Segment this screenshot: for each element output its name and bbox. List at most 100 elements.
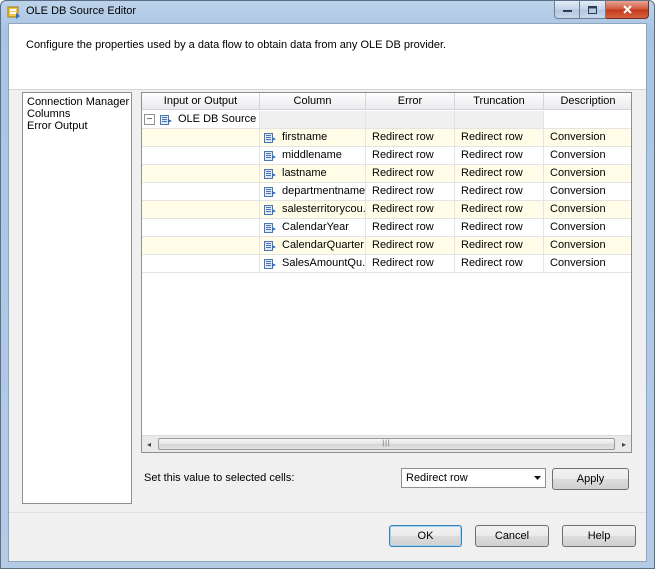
input-or-output-cell[interactable] (142, 147, 260, 165)
ok-button[interactable]: OK (389, 525, 462, 547)
column-icon (264, 168, 276, 179)
column-cell[interactable]: SalesAmountQu... (260, 255, 366, 273)
table-row[interactable]: CalendarQuarter Redirect row Redirect row C… (142, 237, 631, 255)
horizontal-scrollbar[interactable]: ◂ ||| ▸ (142, 435, 631, 452)
error-cell[interactable]: Redirect row (366, 165, 455, 183)
description-cell[interactable]: Conversion (544, 165, 631, 183)
column-icon (264, 150, 276, 161)
grid-header-row: Input or Output Column Error Truncation … (142, 93, 631, 110)
input-or-output-cell[interactable] (142, 129, 260, 147)
column-cell[interactable]: firstname (260, 129, 366, 147)
error-output-grid: Input or Output Column Error Truncation … (141, 92, 632, 453)
column-icon (264, 222, 276, 233)
nav-item-columns[interactable]: Columns (23, 107, 131, 120)
header-column[interactable]: Column (260, 93, 366, 110)
column-name: lastname (282, 167, 327, 179)
group-cell: − OLE DB Source ... (142, 111, 260, 129)
header-description: Configure the properties used by a data … (26, 39, 447, 51)
cancel-button[interactable]: Cancel (475, 525, 549, 547)
description-cell[interactable]: Conversion (544, 255, 631, 273)
table-row[interactable]: middlename Redirect row Redirect row Conver… (142, 147, 631, 165)
truncation-cell[interactable]: Redirect row (455, 183, 544, 201)
description-cell[interactable]: Conversion (544, 129, 631, 147)
header-error[interactable]: Error (366, 93, 455, 110)
help-button[interactable]: Help (562, 525, 636, 547)
header-truncation[interactable]: Truncation (455, 93, 544, 110)
column-icon (264, 258, 276, 269)
dialog-client-area: Configure the properties used by a data … (8, 23, 647, 562)
column-icon (264, 204, 276, 215)
maximize-icon (588, 5, 597, 14)
error-cell[interactable]: Redirect row (366, 201, 455, 219)
input-or-output-cell[interactable] (142, 165, 260, 183)
input-or-output-cell[interactable] (142, 201, 260, 219)
scrollbar-track[interactable]: ||| (156, 436, 617, 453)
column-icon (264, 186, 276, 197)
footer-separator (9, 512, 646, 513)
input-or-output-cell[interactable] (142, 219, 260, 237)
table-row[interactable]: CalendarYear Redirect row Redirect row Conv… (142, 219, 631, 237)
scroll-right-arrow-icon[interactable]: ▸ (617, 436, 631, 453)
column-cell[interactable]: CalendarYear (260, 219, 366, 237)
minimize-button[interactable] (554, 1, 580, 19)
column-name: salesterritorycou... (282, 203, 366, 215)
column-name: CalendarQuarter (282, 239, 364, 251)
table-row[interactable]: departmentname Redirect row Redirect row Co… (142, 183, 631, 201)
error-cell[interactable]: Redirect row (366, 147, 455, 165)
title-bar[interactable]: OLE DB Source Editor (1, 1, 654, 23)
column-name: departmentname (282, 185, 366, 197)
nav-item-error-output[interactable]: Error Output (23, 119, 131, 132)
column-cell[interactable]: middlename (260, 147, 366, 165)
error-cell[interactable]: Redirect row (366, 129, 455, 147)
set-value-dropdown-text: Redirect row (406, 472, 468, 484)
header-panel: Configure the properties used by a data … (9, 24, 646, 90)
set-value-dropdown[interactable]: Redirect row (401, 468, 546, 488)
description-cell[interactable]: Conversion (544, 201, 631, 219)
close-button[interactable] (606, 1, 649, 19)
column-cell[interactable]: departmentname (260, 183, 366, 201)
description-cell[interactable]: Conversion (544, 219, 631, 237)
column-cell[interactable]: salesterritorycou... (260, 201, 366, 219)
truncation-cell[interactable]: Redirect row (455, 255, 544, 273)
truncation-cell[interactable]: Redirect row (455, 129, 544, 147)
input-or-output-cell[interactable] (142, 237, 260, 255)
truncation-cell[interactable]: Redirect row (455, 165, 544, 183)
description-cell[interactable]: Conversion (544, 183, 631, 201)
truncation-cell[interactable]: Redirect row (455, 237, 544, 255)
error-cell[interactable]: Redirect row (366, 255, 455, 273)
output-icon (160, 114, 172, 125)
error-cell[interactable]: Redirect row (366, 219, 455, 237)
header-input-or-output[interactable]: Input or Output (142, 93, 260, 110)
column-icon (264, 132, 276, 143)
column-cell[interactable]: CalendarQuarter (260, 237, 366, 255)
scrollbar-grip: ||| (382, 440, 391, 447)
truncation-cell[interactable]: Redirect row (455, 201, 544, 219)
truncation-cell[interactable]: Redirect row (455, 147, 544, 165)
group-row[interactable]: − OLE DB Source ... (142, 111, 631, 129)
description-cell[interactable]: Conversion (544, 237, 631, 255)
column-name: middlename (282, 149, 342, 161)
scrollbar-thumb[interactable]: ||| (158, 437, 615, 450)
truncation-cell[interactable]: Redirect row (455, 219, 544, 237)
error-cell[interactable]: Redirect row (366, 237, 455, 255)
window-title: OLE DB Source Editor (26, 5, 137, 17)
column-cell[interactable]: lastname (260, 165, 366, 183)
data-source-icon (7, 6, 20, 19)
collapse-icon[interactable]: − (144, 114, 155, 125)
apply-button[interactable]: Apply (552, 468, 629, 490)
error-cell[interactable]: Redirect row (366, 183, 455, 201)
input-or-output-cell[interactable] (142, 183, 260, 201)
table-row[interactable]: firstname Redirect row Redirect row Convers… (142, 129, 631, 147)
grid-body: − OLE DB Source ... firstname Redirect ro… (142, 111, 631, 273)
table-row[interactable]: SalesAmountQu... Redirect row Redirect row… (142, 255, 631, 273)
scroll-left-arrow-icon[interactable]: ◂ (142, 436, 156, 453)
nav-item-connection-manager[interactable]: Connection Manager (23, 95, 131, 108)
table-row[interactable]: salesterritorycou... Redirect row Redirect… (142, 201, 631, 219)
maximize-button[interactable] (580, 1, 606, 19)
description-cell[interactable]: Conversion (544, 147, 631, 165)
header-description[interactable]: Description (544, 93, 631, 110)
column-name: CalendarYear (282, 221, 349, 233)
dropdown-arrow-icon[interactable] (529, 469, 545, 487)
input-or-output-cell[interactable] (142, 255, 260, 273)
table-row[interactable]: lastname Redirect row Redirect row Conversi… (142, 165, 631, 183)
